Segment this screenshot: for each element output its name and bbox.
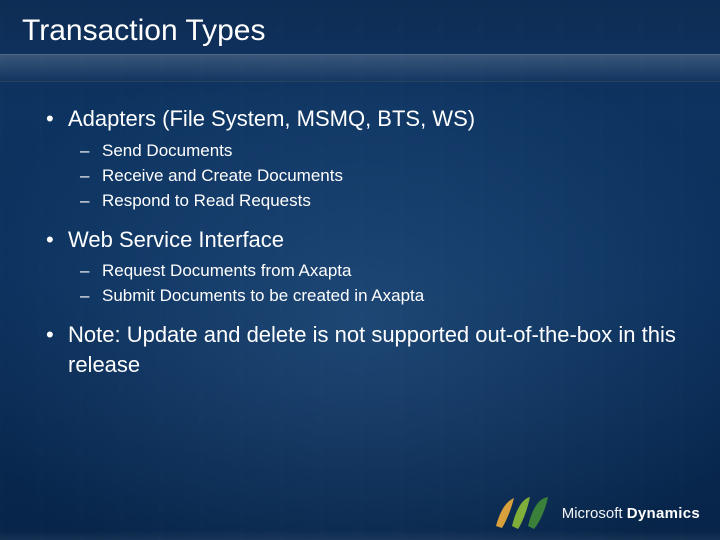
bullet-adapters: Adapters (File System, MSMQ, BTS, WS) Se… [40,104,680,213]
brand-name-light: Microsoft [562,505,623,522]
content-region: Adapters (File System, MSMQ, BTS, WS) Se… [0,82,720,379]
bullet-label: Note: Update and delete is not supported… [68,322,676,377]
slide: Transaction Types Adapters (File System,… [0,0,720,540]
bullet-label: Web Service Interface [68,227,284,252]
brand-text: Microsoft Dynamics [562,505,700,522]
brand-lockup: Microsoft Dynamics [494,496,700,530]
subbullet: Respond to Read Requests [68,190,680,213]
subbullet: Receive and Create Documents [68,165,680,188]
footer-glow [0,530,720,540]
bullet-list-level2: Send Documents Receive and Create Docume… [68,140,680,213]
brand-name-bold: Dynamics [627,505,700,522]
subbullet: Send Documents [68,140,680,163]
bullet-note: Note: Update and delete is not supported… [40,320,680,379]
subbullet: Submit Documents to be created in Axapta [68,285,680,308]
slide-title: Transaction Types [22,14,720,47]
bullet-list-level2: Request Documents from Axapta Submit Doc… [68,260,680,308]
bullet-list-level1: Adapters (File System, MSMQ, BTS, WS) Se… [40,104,680,379]
title-underline-band [0,54,720,82]
title-region: Transaction Types [0,0,720,82]
bullet-label: Adapters (File System, MSMQ, BTS, WS) [68,106,475,131]
bullet-webservice: Web Service Interface Request Documents … [40,225,680,309]
subbullet: Request Documents from Axapta [68,260,680,283]
dynamics-logo-icon [494,496,552,530]
